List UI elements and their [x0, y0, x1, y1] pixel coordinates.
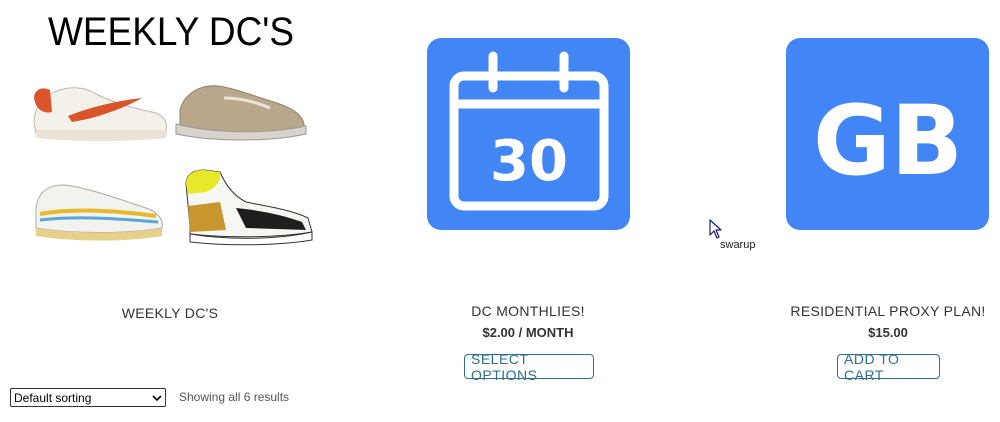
sneaker-jordan [185, 169, 313, 246]
product-image-dc-monthlies[interactable]: 30 [427, 38, 630, 230]
add-to-cart-button[interactable]: ADD TO CART [837, 351, 940, 383]
sneaker-tan [175, 85, 307, 141]
calendar-day-number: 30 [490, 129, 568, 194]
product-price-dc-monthlies: $2.00 / MONTH [482, 325, 574, 340]
product-image-weekly-dcs[interactable]: WEEKLY DC'S [28, 0, 318, 260]
chevron-down-icon [152, 392, 162, 406]
sneaker-airmax [35, 184, 163, 241]
weekly-dcs-image-heading: WEEKLY DC'S [48, 10, 294, 54]
sorting-select[interactable]: Default sorting [10, 388, 166, 407]
gb-tile-image: GB [786, 38, 989, 230]
product-title-residential-proxy[interactable]: RESIDENTIAL PROXY PLAN! [788, 303, 988, 319]
product-title-dc-monthlies[interactable]: DC MONTHLIES! [448, 303, 608, 319]
product-price-residential-proxy: $15.00 [868, 325, 908, 340]
select-options-button[interactable]: SELECT OPTIONS [464, 351, 594, 383]
sneaker-white-red [33, 87, 167, 141]
calendar-icon: 30 [427, 38, 630, 230]
sorting-selected-value: Default sorting [14, 390, 92, 405]
cursor-tooltip: swarup [720, 239, 756, 251]
product-image-residential-proxy[interactable]: GB [786, 38, 989, 230]
gb-letters: GB [813, 85, 963, 197]
result-count: Showing all 6 results [179, 390, 290, 404]
sneaker-collage-image: WEEKLY DC'S [33, 10, 313, 246]
product-title-weekly-dcs[interactable]: WEEKLY DC'S [92, 305, 248, 321]
